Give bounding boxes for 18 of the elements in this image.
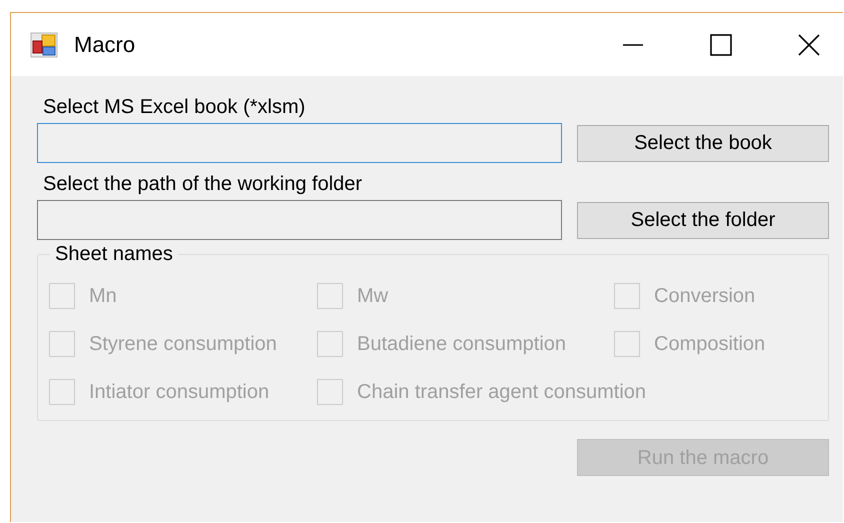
checkbox-label: Chain transfer agent consumtion [357,380,646,405]
checkbox-label: Butadiene consumption [357,332,566,357]
checkbox-label: Intiator consumption [89,380,270,405]
path-field[interactable] [37,123,562,163]
field-label: Select the path of the working folder [42,172,364,196]
checkbox-label: Mn [89,284,117,309]
app-icon [30,32,58,58]
field-label: Select MS Excel book (*xlsm) [42,95,306,119]
close-icon[interactable] [798,34,820,56]
checkbox-label: Styrene consumption [89,332,277,357]
select-button[interactable]: Select the folder [577,202,829,238]
select-button[interactable]: Select the book [577,124,829,162]
checkbox-label: Composition [654,332,766,357]
checkbox-label: Conversion [654,284,756,309]
path-field[interactable] [37,200,562,240]
maximize-icon[interactable] [710,34,732,56]
window-title: Macro [74,31,136,59]
checkbox-label: Mw [357,284,388,309]
